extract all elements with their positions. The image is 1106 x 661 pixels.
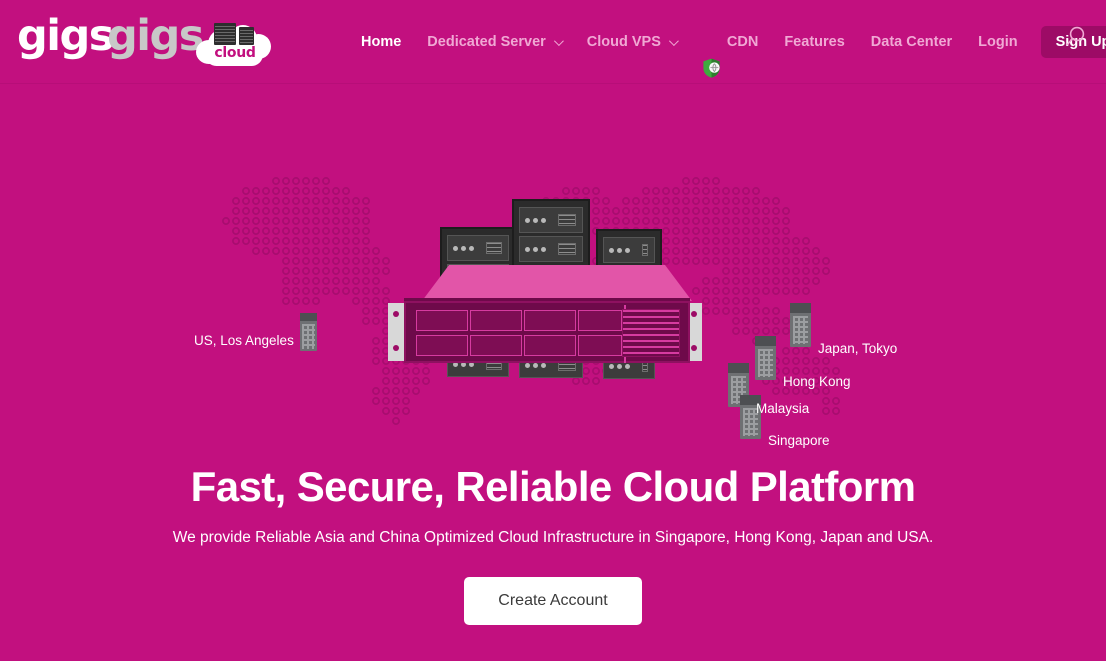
logo-server-rack-icon-2: [239, 27, 254, 45]
location-label-malaysia: Malaysia: [756, 401, 810, 416]
logo-server-rack-icon: [214, 23, 236, 45]
rack-slot-bar: [486, 242, 502, 254]
logo-word-two: gigs: [107, 11, 204, 61]
shield-globe-icon: [702, 32, 721, 78]
site-logo[interactable]: gigs gigs cloud: [14, 10, 271, 70]
location-server-hong-kong: [755, 336, 776, 380]
nav-item-dedicated-server[interactable]: Dedicated Server: [414, 0, 573, 84]
nav-item-login[interactable]: Login: [965, 0, 1030, 84]
hero-subheadline: We provide Reliable Asia and China Optim…: [172, 529, 934, 546]
nav-item-cloud-vps-label: Cloud VPS: [586, 34, 661, 50]
nav-item-data-center-label: Data Center: [870, 34, 953, 50]
chevron-down-icon: [553, 35, 564, 46]
location-label-japan-tokyo: Japan, Tokyo: [818, 341, 898, 356]
rack-led-group: [525, 218, 551, 224]
search-icon[interactable]: [1062, 24, 1088, 50]
rack-led-group: [453, 246, 479, 252]
location-server-japan-tokyo: [790, 303, 811, 347]
location-label-us-los-angeles: US, Los Angeles: [194, 333, 294, 348]
rack-slot: [519, 207, 583, 233]
front-server-chassis: [382, 265, 724, 383]
rack-slot-bar: [558, 243, 576, 255]
site-header: gigs gigs cloud Home Dedicated Server Cl…: [0, 0, 1106, 84]
rack-slot: [519, 236, 583, 262]
rack-led-group: [609, 248, 635, 254]
rack-slot-bar: [558, 214, 576, 226]
location-label-singapore: Singapore: [768, 433, 830, 448]
nav-item-cdn-label: CDN: [726, 34, 759, 50]
nav-item-cdn[interactable]: CDN: [689, 0, 771, 84]
logo-cloud-label: cloud: [214, 45, 256, 61]
server-top-panel: [422, 265, 692, 301]
nav-item-dedicated-server-label: Dedicated Server: [427, 34, 546, 50]
rack-led-group: [525, 247, 551, 253]
location-label-hong-kong: Hong Kong: [783, 374, 851, 389]
rack-slot-bar: [642, 244, 648, 256]
nav-item-home-label: Home: [361, 34, 402, 50]
hero-illustration: US, Los Angeles Japan, Tokyo Hong Kong M…: [0, 145, 1106, 515]
hero-text-block: Fast, Secure, Reliable Cloud Platform We…: [0, 463, 1106, 625]
logo-cloud-icon: cloud: [196, 23, 272, 68]
server-vent-grille: [622, 309, 680, 357]
nav-item-cloud-vps[interactable]: Cloud VPS: [574, 0, 689, 84]
nav-item-login-label: Login: [978, 34, 1018, 50]
create-account-button[interactable]: Create Account: [464, 577, 642, 625]
nav-item-features-label: Features: [784, 34, 845, 50]
hero-section: US, Los Angeles Japan, Tokyo Hong Kong M…: [0, 85, 1106, 661]
rack-ear-left: [388, 303, 404, 361]
page-title: Fast, Secure, Reliable Cloud Platform: [190, 463, 916, 510]
rack-slot: [447, 235, 509, 261]
rack-slot: [603, 237, 655, 263]
nav-item-data-center[interactable]: Data Center: [858, 0, 965, 84]
server-front-panel: [404, 301, 690, 363]
chevron-down-icon: [668, 35, 679, 46]
main-navigation: Home Dedicated Server Cloud VPS CDN Feat…: [348, 0, 1106, 84]
nav-item-home[interactable]: Home: [348, 0, 414, 84]
location-server-us-los-angeles: [300, 313, 317, 351]
logo-word-one: gigs: [17, 11, 114, 61]
nav-item-features[interactable]: Features: [771, 0, 857, 84]
